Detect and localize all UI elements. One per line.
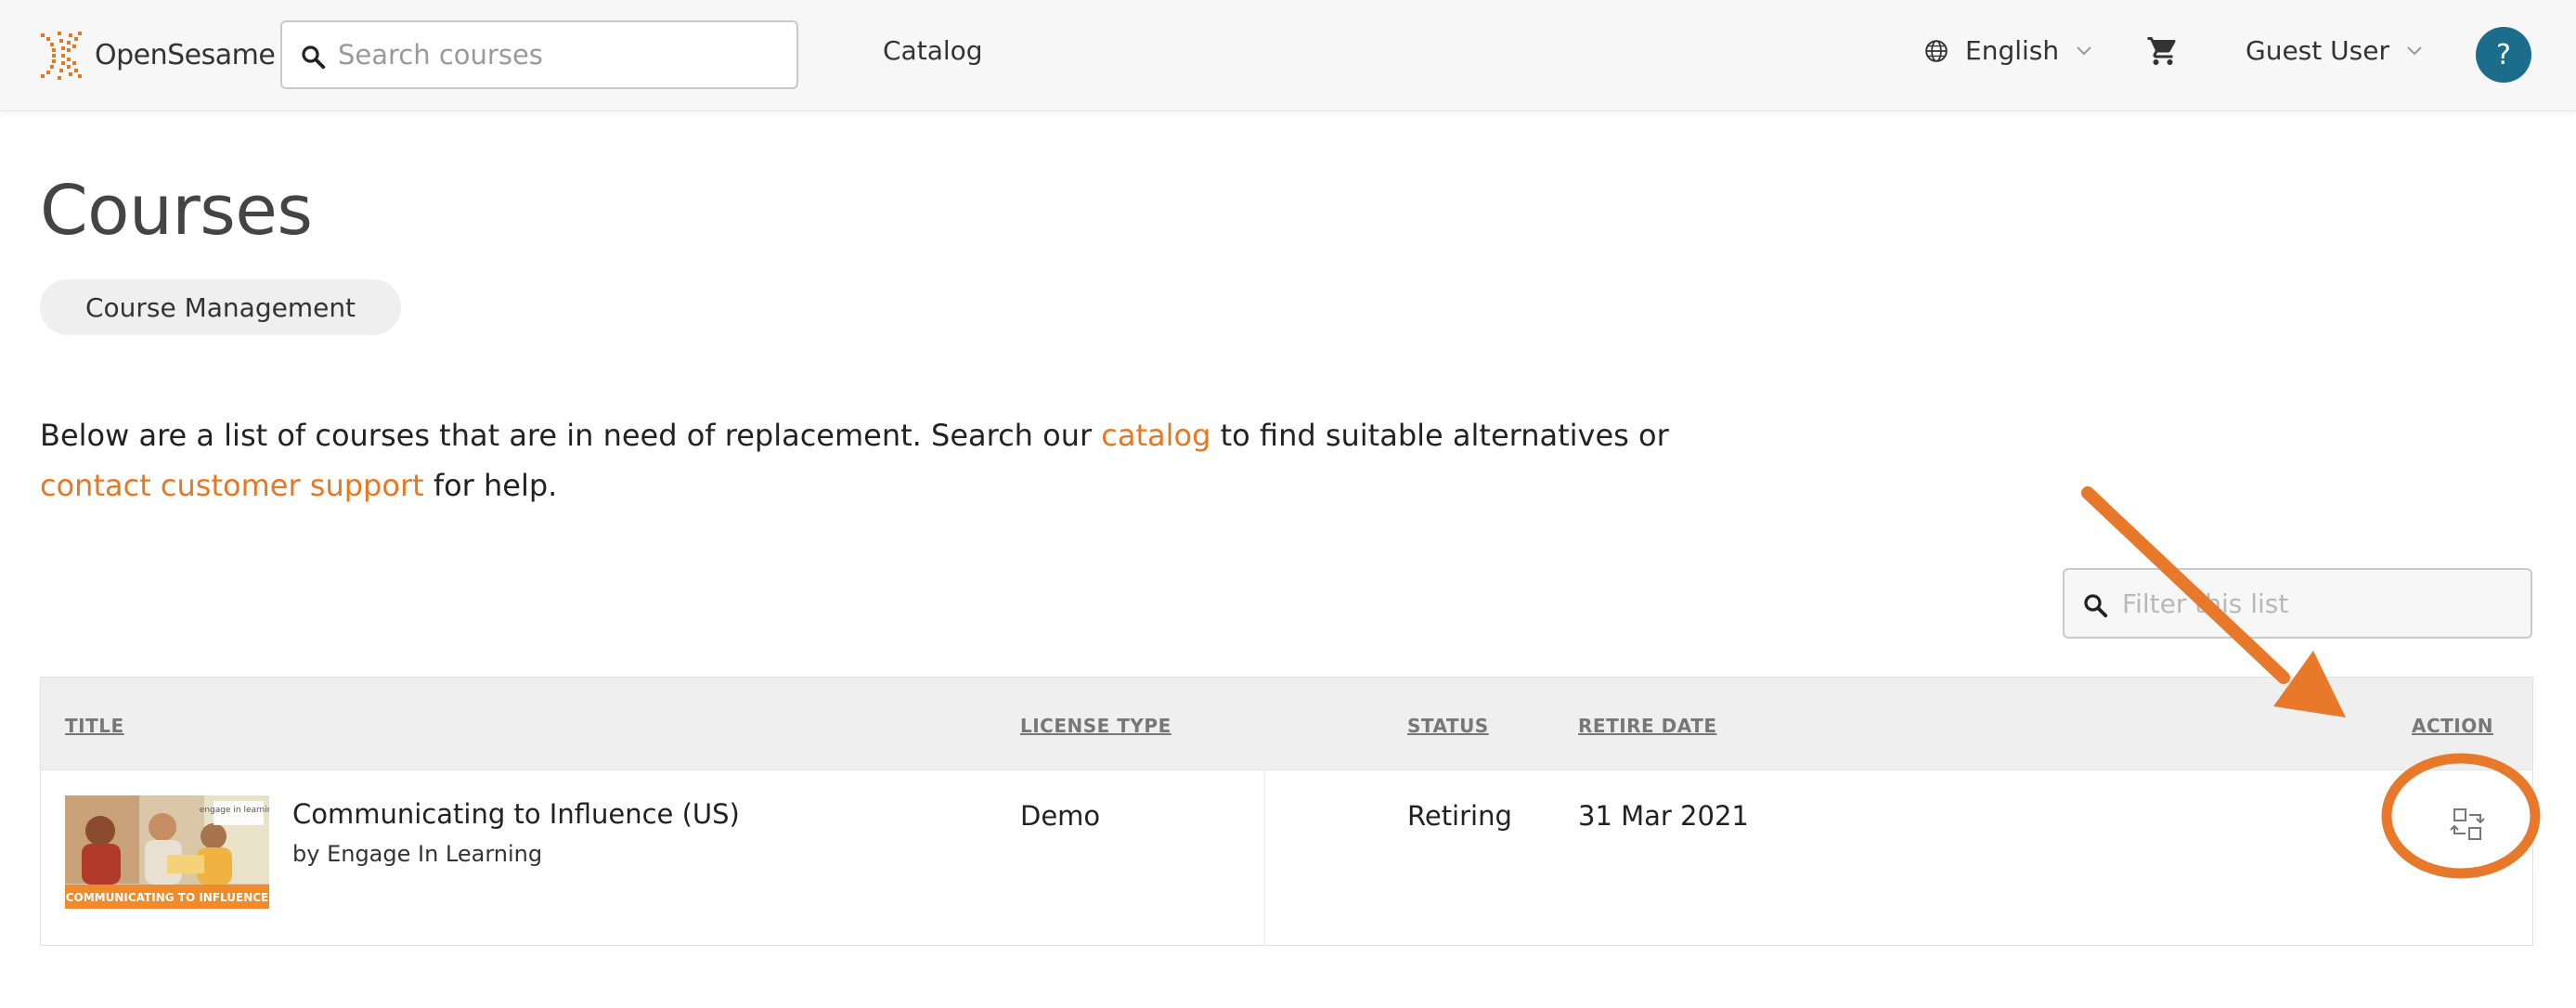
contact-support-link[interactable]: contact customer support bbox=[40, 468, 424, 503]
filter-list-input[interactable] bbox=[2122, 570, 2521, 637]
course-management-tab[interactable]: Course Management bbox=[40, 279, 401, 335]
language-selector[interactable]: English bbox=[1924, 35, 2092, 66]
help-button[interactable]: ? bbox=[2476, 27, 2531, 83]
search-courses-input[interactable] bbox=[338, 22, 783, 87]
replace-course-button[interactable] bbox=[2441, 798, 2493, 850]
user-menu[interactable]: Guest User bbox=[2246, 35, 2423, 66]
courses-table: TITLE LICENSE TYPE STATUS RETIRE DATE AC… bbox=[40, 677, 2533, 946]
intro-text-middle: to find suitable alternatives or bbox=[1210, 418, 1669, 453]
table-row: engage in learning COMMUNICATING TO INFL… bbox=[41, 770, 2532, 945]
column-header-title[interactable]: TITLE bbox=[65, 715, 124, 737]
intro-text-end: for help. bbox=[423, 468, 558, 503]
filter-list-box[interactable] bbox=[2063, 568, 2532, 639]
language-label: English bbox=[1965, 35, 2060, 66]
course-title[interactable]: Communicating to Influence (US) bbox=[292, 798, 740, 830]
column-header-status[interactable]: STATUS bbox=[1407, 715, 1489, 737]
top-header: OpenSesame Catalog English Guest User ? bbox=[0, 0, 2576, 111]
course-search-box[interactable] bbox=[280, 20, 798, 89]
user-name: Guest User bbox=[2246, 35, 2389, 66]
column-header-license-type[interactable]: LICENSE TYPE bbox=[1020, 715, 1171, 737]
catalog-link[interactable]: catalog bbox=[1101, 418, 1210, 453]
globe-icon bbox=[1925, 39, 1948, 62]
course-thumbnail-image: engage in learning COMMUNICATING TO INFL… bbox=[65, 795, 269, 909]
opensesame-logo[interactable]: OpenSesame bbox=[39, 28, 276, 82]
column-divider bbox=[1264, 770, 1265, 945]
course-thumbnail[interactable]: engage in learning COMMUNICATING TO INFL… bbox=[65, 795, 269, 909]
replace-course-icon bbox=[2450, 808, 2485, 840]
search-icon bbox=[2084, 594, 2108, 618]
column-header-retire-date[interactable]: RETIRE DATE bbox=[1578, 715, 1717, 737]
table-header: TITLE LICENSE TYPE STATUS RETIRE DATE AC… bbox=[41, 678, 2532, 770]
thumbnail-brand: engage in learning bbox=[200, 806, 269, 815]
license-type-value: Demo bbox=[1020, 800, 1101, 832]
cart-icon[interactable] bbox=[2146, 34, 2180, 68]
status-value: Retiring bbox=[1407, 800, 1512, 832]
column-header-action: ACTION bbox=[2412, 715, 2493, 737]
chevron-down-icon bbox=[2407, 45, 2422, 55]
logo-text: OpenSesame bbox=[95, 38, 276, 71]
intro-text: Below are a list of courses that are in … bbox=[40, 410, 1748, 510]
course-author: by Engage In Learning bbox=[292, 841, 543, 867]
search-icon bbox=[302, 45, 326, 70]
intro-text-start: Below are a list of courses that are in … bbox=[40, 418, 1102, 453]
logo-mark-icon bbox=[41, 32, 82, 80]
nav-catalog-link[interactable]: Catalog bbox=[883, 35, 983, 66]
chevron-down-icon bbox=[2077, 45, 2091, 55]
thumbnail-caption: COMMUNICATING TO INFLUENCE bbox=[66, 891, 269, 904]
page-title: Courses bbox=[40, 171, 313, 251]
retire-date-value: 31 Mar 2021 bbox=[1578, 800, 1749, 832]
